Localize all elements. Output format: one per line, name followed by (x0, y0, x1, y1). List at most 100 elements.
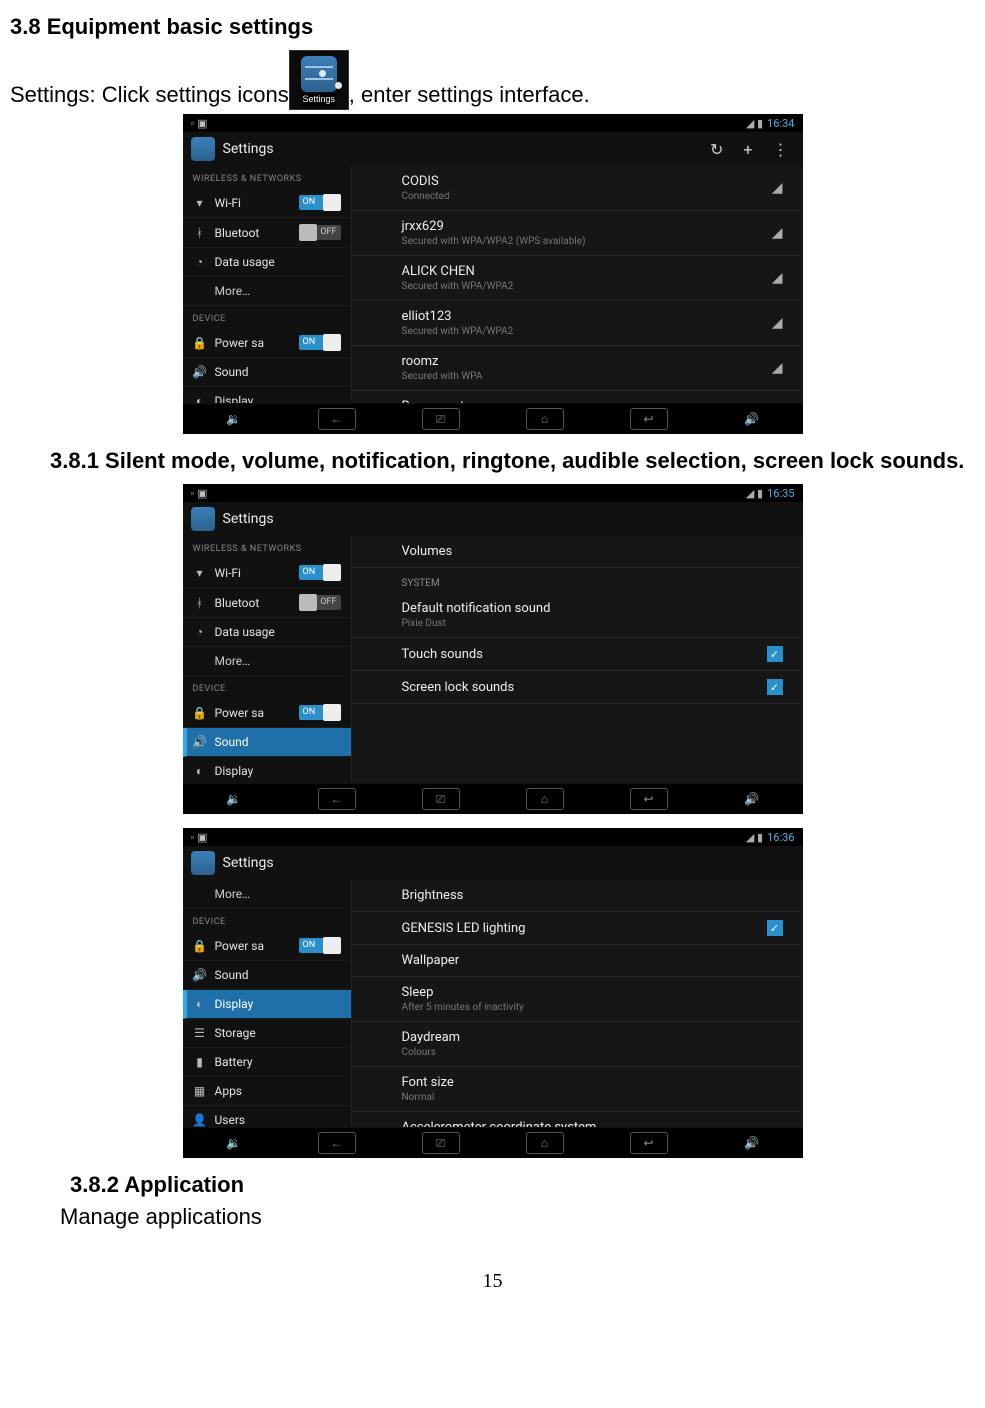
bluetooth-toggle[interactable] (299, 595, 341, 610)
sidebar-item-more[interactable]: More… (183, 277, 351, 306)
sidebar-item-bluetooth[interactable]: ᚼ Bluetoot (183, 588, 351, 618)
sidebar-item-more[interactable]: More… (183, 647, 351, 676)
section-device: DEVICE (183, 909, 351, 931)
intro-line: Settings: Click settings icons Settings … (10, 50, 975, 108)
sidebar-item-power[interactable]: 🔒 Power sa (183, 328, 351, 358)
title-bar: Settings (183, 846, 803, 881)
row-font-size[interactable]: Font sizeNormal (352, 1067, 803, 1112)
clock: 16:36 (767, 831, 794, 844)
sidebar-item-wifi[interactable]: ▾ Wi-Fi (183, 188, 351, 218)
row-screen-lock-sounds[interactable]: Screen lock sounds ✓ (352, 671, 803, 704)
checkbox-lock-sounds[interactable]: ✓ (767, 679, 783, 695)
clock: 16:34 (767, 117, 794, 130)
volume-down-icon[interactable]: 🔉 (216, 1133, 252, 1153)
home-button[interactable]: ⌂ (526, 1132, 564, 1154)
power-icon: 🔒 (193, 706, 207, 720)
power-toggle[interactable] (299, 705, 341, 720)
sidebar-item-data-usage[interactable]: ◔ Data usage (183, 248, 351, 277)
wifi-signal-icon: ◢ (772, 270, 783, 286)
sidebar-item-sound[interactable]: 🔊 Sound (183, 961, 351, 990)
header-system: SYSTEM (352, 568, 803, 593)
sidebar-item-wifi[interactable]: ▾ Wi-Fi (183, 558, 351, 588)
section-device: DEVICE (183, 676, 351, 698)
power-icon: 🔒 (193, 336, 207, 350)
sidebar-item-power[interactable]: 🔒 Power sa (183, 931, 351, 961)
sidebar-item-data-usage[interactable]: ◔ Data usage (183, 618, 351, 647)
home-button[interactable]: ⌂ (526, 408, 564, 430)
row-sleep[interactable]: SleepAfter 5 minutes of inactivity (352, 977, 803, 1022)
row-touch-sounds[interactable]: Touch sounds ✓ (352, 638, 803, 671)
settings-sidebar: WIRELESS & NETWORKS ▾ Wi-Fi ᚼ Bluetoot ◔… (183, 536, 352, 784)
volume-up-icon[interactable]: 🔊 (734, 1133, 770, 1153)
users-icon: 👤 (193, 1113, 207, 1127)
table-row[interactable]: CODISConnected ◢ (352, 166, 803, 211)
settings-app-icon: Settings (289, 50, 349, 110)
table-row[interactable]: jrxx629Secured with WPA/WPA2 (WPS availa… (352, 211, 803, 256)
display-icon: ◐ (193, 997, 207, 1011)
sidebar-item-display[interactable]: ◐ Display (183, 757, 351, 784)
screenshot-display-settings: ◦ ▣ ◢ ▮16:36 Settings More… DEVICE 🔒 Pow… (183, 828, 803, 1158)
sound-icon: 🔊 (193, 735, 207, 749)
recent-apps-button[interactable]: ⎚ (422, 408, 460, 430)
volume-down-icon[interactable]: 🔉 (216, 409, 252, 429)
row-daydream[interactable]: DaydreamColours (352, 1022, 803, 1067)
return-button[interactable]: ↩ (630, 1132, 668, 1154)
return-button[interactable]: ↩ (630, 788, 668, 810)
sidebar-item-sound[interactable]: 🔊 Sound (183, 358, 351, 387)
row-default-notification[interactable]: Default notification soundPixie Dust (352, 593, 803, 638)
power-toggle[interactable] (299, 938, 341, 953)
add-icon[interactable]: + (743, 140, 752, 159)
return-button[interactable]: ↩ (630, 408, 668, 430)
bluetooth-icon: ᚼ (193, 596, 207, 610)
sidebar-item-users[interactable]: 👤 Users (183, 1106, 351, 1128)
sidebar-item-display[interactable]: ◐ Display (183, 990, 351, 1019)
wifi-signal-icon: ◢ (772, 180, 783, 196)
back-button[interactable]: ← (318, 408, 356, 430)
table-row[interactable]: elliot123Secured with WPA/WPA2 ◢ (352, 301, 803, 346)
recent-apps-button[interactable]: ⎚ (422, 788, 460, 810)
screenshot-sound-settings: ◦ ▣ ◢ ▮16:35 Settings WIRELESS & NETWORK… (183, 484, 803, 814)
wifi-toggle[interactable] (299, 195, 341, 210)
overflow-menu-icon[interactable]: ⋮ (773, 140, 789, 159)
wifi-toggle[interactable] (299, 565, 341, 580)
recent-apps-button[interactable]: ⎚ (422, 1132, 460, 1154)
back-button[interactable]: ← (318, 788, 356, 810)
volume-up-icon[interactable]: 🔊 (734, 409, 770, 429)
checkbox-touch-sounds[interactable]: ✓ (767, 646, 783, 662)
screen-title: Settings (223, 855, 274, 871)
sound-panel: Volumes SYSTEM Default notification soun… (352, 536, 803, 784)
volume-up-icon[interactable]: 🔊 (734, 789, 770, 809)
sidebar-item-display[interactable]: ◐ Display (183, 387, 351, 404)
row-wallpaper[interactable]: Wallpaper (352, 945, 803, 977)
home-button[interactable]: ⌂ (526, 788, 564, 810)
screen-title: Settings (223, 141, 274, 157)
settings-sidebar: More… DEVICE 🔒 Power sa 🔊 Sound ◐ Displa… (183, 880, 352, 1128)
row-genesis-led[interactable]: GENESIS LED lighting ✓ (352, 912, 803, 945)
table-row[interactable]: ALICK CHENSecured with WPA/WPA2 ◢ (352, 256, 803, 301)
section-heading-3-8: 3.8 Equipment basic settings (10, 14, 975, 40)
wifi-signal-icon: ◢ (772, 360, 783, 376)
checkbox-genesis[interactable]: ✓ (767, 920, 783, 936)
status-bar: ◦ ▣ ◢ ▮16:35 (183, 484, 803, 502)
volume-down-icon[interactable]: 🔉 (216, 789, 252, 809)
settings-app-icon-label: Settings (302, 94, 337, 105)
section-heading-3-8-2: 3.8.2 Application (70, 1172, 975, 1198)
back-button[interactable]: ← (318, 1132, 356, 1154)
row-accelerometer[interactable]: Accelerometer coordinate systemAccelerom… (352, 1112, 803, 1128)
sidebar-item-power[interactable]: 🔒 Power sa (183, 698, 351, 728)
sidebar-item-storage[interactable]: ☰ Storage (183, 1019, 351, 1048)
sidebar-item-more[interactable]: More… (183, 880, 351, 909)
table-row[interactable]: roomzSecured with WPA ◢ (352, 346, 803, 391)
sidebar-item-sound[interactable]: 🔊 Sound (183, 728, 351, 757)
storage-icon: ☰ (193, 1026, 207, 1040)
row-volumes[interactable]: Volumes (352, 536, 803, 568)
power-toggle[interactable] (299, 335, 341, 350)
sidebar-item-apps[interactable]: ▦ Apps (183, 1077, 351, 1106)
sidebar-item-bluetooth[interactable]: ᚼ Bluetoot (183, 218, 351, 248)
row-brightness[interactable]: Brightness (352, 880, 803, 912)
bluetooth-toggle[interactable] (299, 225, 341, 240)
section-wireless: WIRELESS & NETWORKS (183, 536, 351, 558)
sidebar-item-battery[interactable]: ▮ Battery (183, 1048, 351, 1077)
intro-after: , enter settings interface. (349, 82, 590, 108)
refresh-icon[interactable]: ↻ (710, 140, 723, 159)
